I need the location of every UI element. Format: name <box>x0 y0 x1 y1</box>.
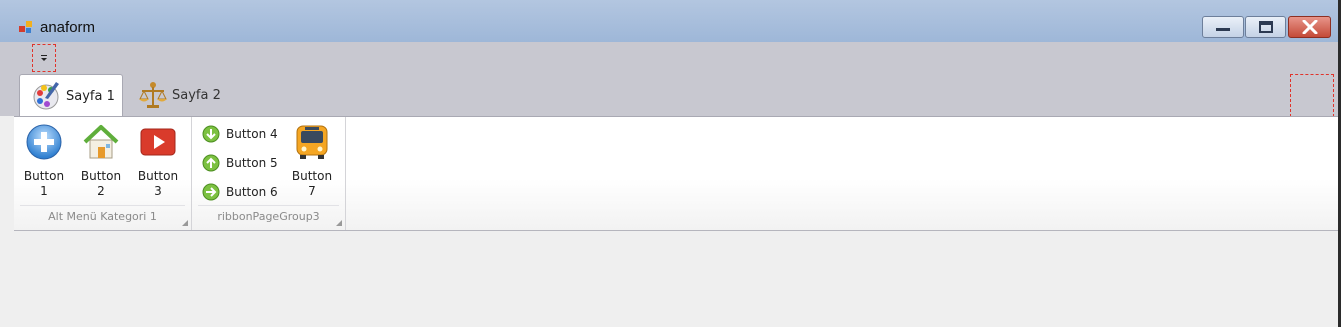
button-7[interactable]: Button 7 <box>284 123 340 199</box>
ribbon-group-ribbonpagegroup3: Button 4 Button 5 Button 6 Button 7 ribb… <box>192 117 346 230</box>
maximize-icon <box>1258 21 1273 33</box>
tab-label: Sayfa 1 <box>66 88 115 104</box>
left-margin <box>0 116 14 327</box>
tab-row-right-placeholder <box>1290 74 1334 117</box>
button-1[interactable]: Button 1 <box>16 123 72 199</box>
tab-sayfa-2[interactable]: Sayfa 2 <box>138 74 238 117</box>
plus-circle-icon <box>26 124 62 160</box>
close-icon <box>1302 20 1317 34</box>
button-label: Button 7 <box>291 169 333 198</box>
ribbon-tab-row: Sayfa 1 Sayfa 2 <box>0 74 1338 117</box>
main-window: anaform Sayfa 1 Sayfa 2 Button 1 Button … <box>0 0 1338 327</box>
dialog-launcher-icon[interactable] <box>181 219 189 227</box>
button-label: Button 6 <box>226 185 278 199</box>
button-label: Button 2 <box>80 169 122 198</box>
window-title: anaform <box>40 19 96 36</box>
qat-customize-dropdown[interactable] <box>32 44 56 72</box>
button-5[interactable]: Button 5 <box>202 152 278 174</box>
minimize-icon <box>1216 28 1230 31</box>
tab-sayfa-1[interactable]: Sayfa 1 <box>19 74 123 117</box>
button-label: Button 1 <box>23 169 65 198</box>
dialog-launcher-icon[interactable] <box>335 219 343 227</box>
button-2[interactable]: Button 2 <box>73 123 129 199</box>
button-3[interactable]: Button 3 <box>130 123 186 199</box>
green-circle-right-icon <box>202 183 220 201</box>
button-label: Button 4 <box>226 127 278 141</box>
green-circle-down-icon <box>202 125 220 143</box>
play-icon <box>140 128 176 156</box>
palette-brush-icon <box>33 82 59 110</box>
title-bar[interactable]: anaform <box>0 0 1338 42</box>
button-4[interactable]: Button 4 <box>202 123 278 145</box>
home-icon <box>83 125 119 159</box>
tab-label: Sayfa 2 <box>172 88 221 103</box>
button-label: Button 5 <box>226 156 278 170</box>
scales-icon <box>139 81 167 108</box>
bus-icon <box>296 125 328 159</box>
ribbon-group-alt-menu-kategori-1: Button 1 Button 2 Button 3 Alt Menü Kategor… <box>14 117 192 230</box>
green-circle-up-icon <box>202 154 220 172</box>
ribbon-page: Button 1 Button 2 Button 3 Alt Menü Kategor… <box>14 116 1338 231</box>
group-caption: Alt Menü Kategori 1 <box>20 205 185 228</box>
button-label: Button 3 <box>137 169 179 198</box>
app-icon <box>19 21 32 33</box>
chevron-down-icon <box>41 55 47 61</box>
button-6[interactable]: Button 6 <box>202 181 278 203</box>
close-button[interactable] <box>1288 16 1331 38</box>
form-client-area <box>14 231 1338 327</box>
maximize-button[interactable] <box>1245 16 1286 38</box>
minimize-button[interactable] <box>1202 16 1244 38</box>
group-caption: ribbonPageGroup3 <box>198 205 339 228</box>
quick-access-toolbar <box>0 42 1338 74</box>
